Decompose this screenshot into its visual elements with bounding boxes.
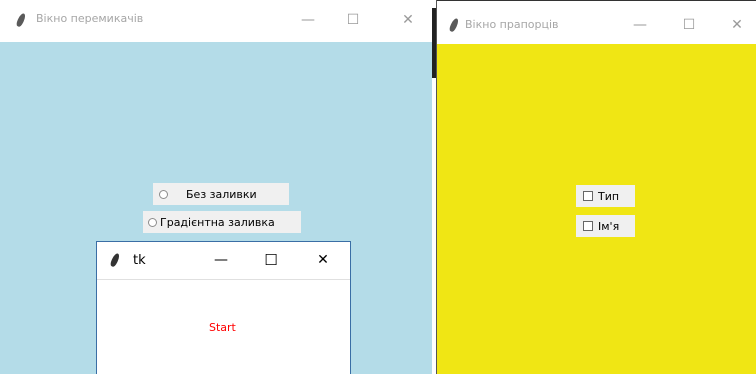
checkbox-option-name[interactable]: Ім'я: [576, 215, 635, 237]
maximize-icon[interactable]: ☐: [261, 250, 281, 270]
maximize-icon[interactable]: ☐: [679, 15, 699, 35]
minimize-icon[interactable]: —: [211, 250, 231, 270]
window-edge-marker: [432, 8, 436, 78]
close-icon[interactable]: ✕: [727, 15, 747, 35]
close-icon[interactable]: ✕: [398, 10, 418, 30]
tk-window-content: Start: [97, 280, 350, 374]
radio-window-titlebar[interactable]: Вікно перемикачів — ☐ ✕: [0, 0, 432, 42]
feather-icon: [15, 12, 27, 28]
checkbox-window: Вікно прапорців — ☐ ✕ Тип Ім'я: [436, 0, 756, 374]
maximize-icon[interactable]: ☐: [343, 10, 363, 30]
minimize-icon[interactable]: —: [298, 10, 318, 30]
radio-option-no-fill[interactable]: Без заливки: [153, 183, 289, 205]
checkbox-icon[interactable]: [583, 191, 593, 201]
close-icon[interactable]: ✕: [313, 250, 333, 270]
checkbox-option-type[interactable]: Тип: [576, 185, 635, 207]
start-label: Start: [209, 321, 236, 334]
radio-option-gradient-fill[interactable]: Градієнтна заливка: [143, 211, 301, 233]
checkbox-window-title: Вікно прапорців: [465, 18, 559, 31]
tk-window: tk — ☐ ✕ Start: [96, 241, 351, 374]
checkbox-window-titlebar[interactable]: Вікно прапорців — ☐ ✕: [437, 0, 756, 43]
minimize-icon[interactable]: —: [630, 15, 650, 35]
tk-window-titlebar[interactable]: tk — ☐ ✕: [97, 242, 350, 279]
radio-label-no-fill: Без заливки: [186, 187, 257, 201]
checkbox-label-type: Тип: [598, 189, 620, 203]
checkbox-label-name: Ім'я: [598, 219, 620, 233]
radio-window-title: Вікно перемикачів: [36, 12, 144, 25]
feather-icon: [448, 17, 460, 33]
feather-icon: [109, 252, 121, 268]
tk-window-title: tk: [133, 253, 146, 268]
radio-label-gradient-fill: Градієнтна заливка: [160, 215, 275, 229]
radio-icon[interactable]: [148, 217, 157, 227]
checkbox-icon[interactable]: [583, 221, 593, 231]
checkbox-window-content: Тип Ім'я: [437, 44, 756, 374]
radio-icon[interactable]: [159, 189, 168, 199]
